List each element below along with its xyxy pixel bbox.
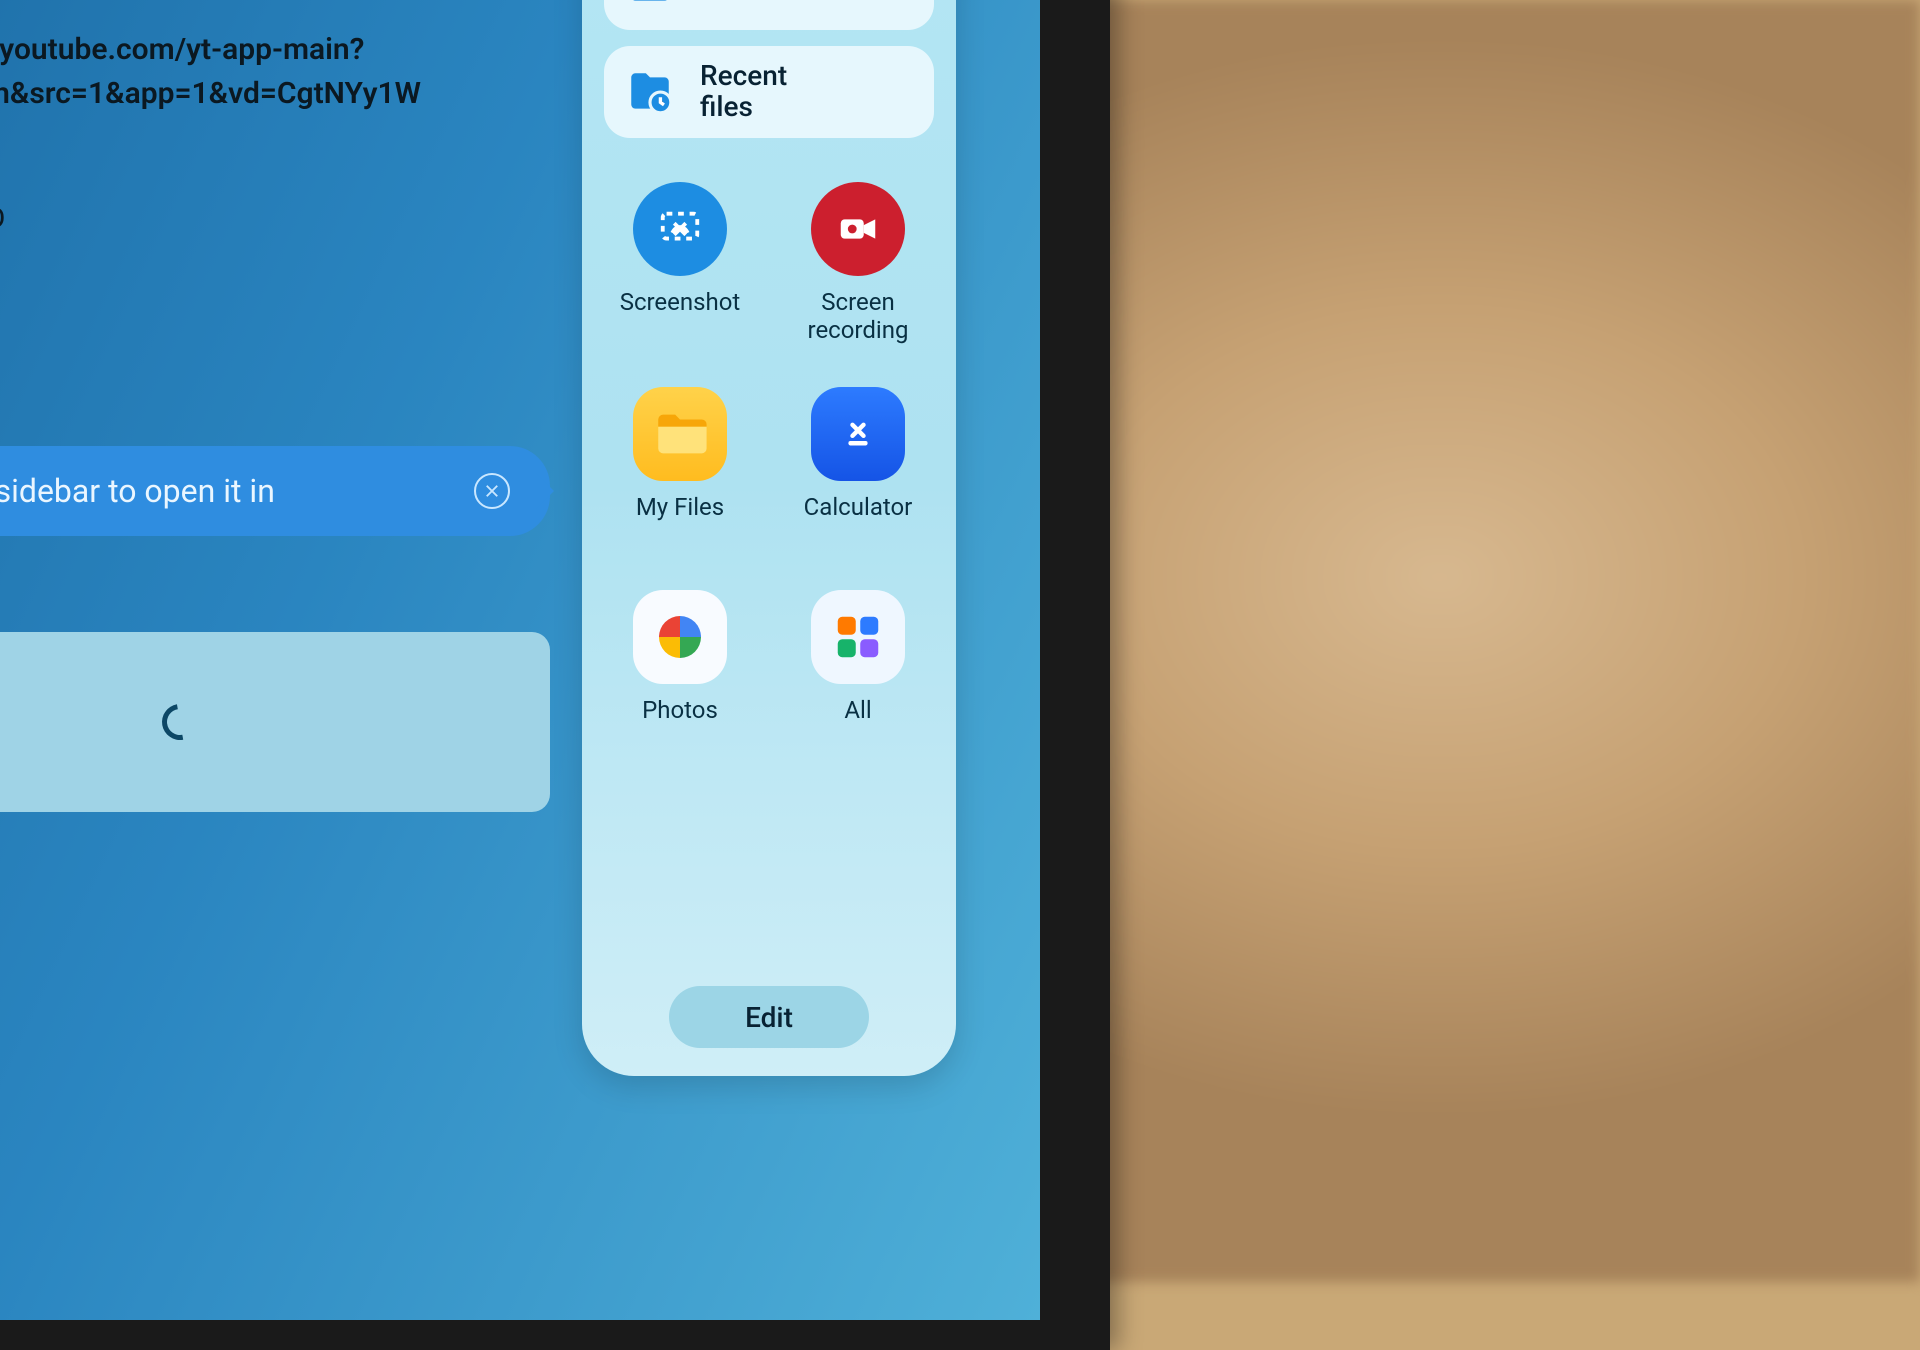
- calculator-icon: [811, 387, 905, 481]
- error-because: because:: [0, 119, 620, 160]
- error-url-line2: cm=2&hl=en&src=1&app=1&vd=CgtNYy1W: [0, 74, 620, 115]
- background-page-content: available s://consent.youtube.com/yt-app…: [0, 0, 620, 244]
- app-grid-icon: [811, 590, 905, 684]
- google-photos-icon: [633, 590, 727, 684]
- edit-button[interactable]: Edit: [669, 986, 869, 1048]
- my-files-app[interactable]: My Files: [604, 387, 756, 548]
- sidebar-panel: File Dock Recent files Screenshot: [582, 0, 956, 1076]
- video-camera-icon: [811, 182, 905, 276]
- screenshot-app[interactable]: Screenshot: [604, 182, 756, 345]
- folder-clock-icon: [622, 64, 678, 120]
- folder-swap-icon: [622, 0, 678, 12]
- screen-recording-label: Screen recording: [782, 288, 934, 345]
- tablet-screen: available s://consent.youtube.com/yt-app…: [0, 0, 1040, 1320]
- all-apps-label: All: [844, 696, 871, 751]
- photos-label: Photos: [642, 696, 718, 751]
- screenshot-label: Screenshot: [620, 288, 741, 343]
- recent-files-tile[interactable]: Recent files: [604, 46, 934, 138]
- edit-button-label: Edit: [745, 1001, 793, 1034]
- calculator-app[interactable]: Calculator: [782, 387, 934, 548]
- tablet-chassis: available s://consent.youtube.com/yt-app…: [0, 0, 1110, 1350]
- screen-recording-app[interactable]: Screen recording: [782, 182, 934, 345]
- screenshot-icon: [633, 182, 727, 276]
- close-icon[interactable]: [474, 473, 510, 509]
- file-dock-tile[interactable]: File Dock: [604, 0, 934, 30]
- calculator-label: Calculator: [804, 493, 913, 548]
- my-files-label: My Files: [636, 493, 724, 548]
- photos-app[interactable]: Photos: [604, 590, 756, 751]
- all-apps-tile[interactable]: All: [782, 590, 934, 751]
- folder-icon: [633, 387, 727, 481]
- sidebar-hint-text: out of the sidebar to open it in: [0, 472, 275, 510]
- spinner-icon: [155, 697, 205, 747]
- sidebar-hint-tooltip: out of the sidebar to open it in: [0, 446, 550, 536]
- loading-card: [0, 632, 550, 812]
- recent-files-label: Recent files: [700, 61, 787, 123]
- error-url-line1: s://consent.youtube.com/yt-app-main?: [0, 30, 620, 71]
- error-code: ON_CLOSED: [0, 199, 620, 240]
